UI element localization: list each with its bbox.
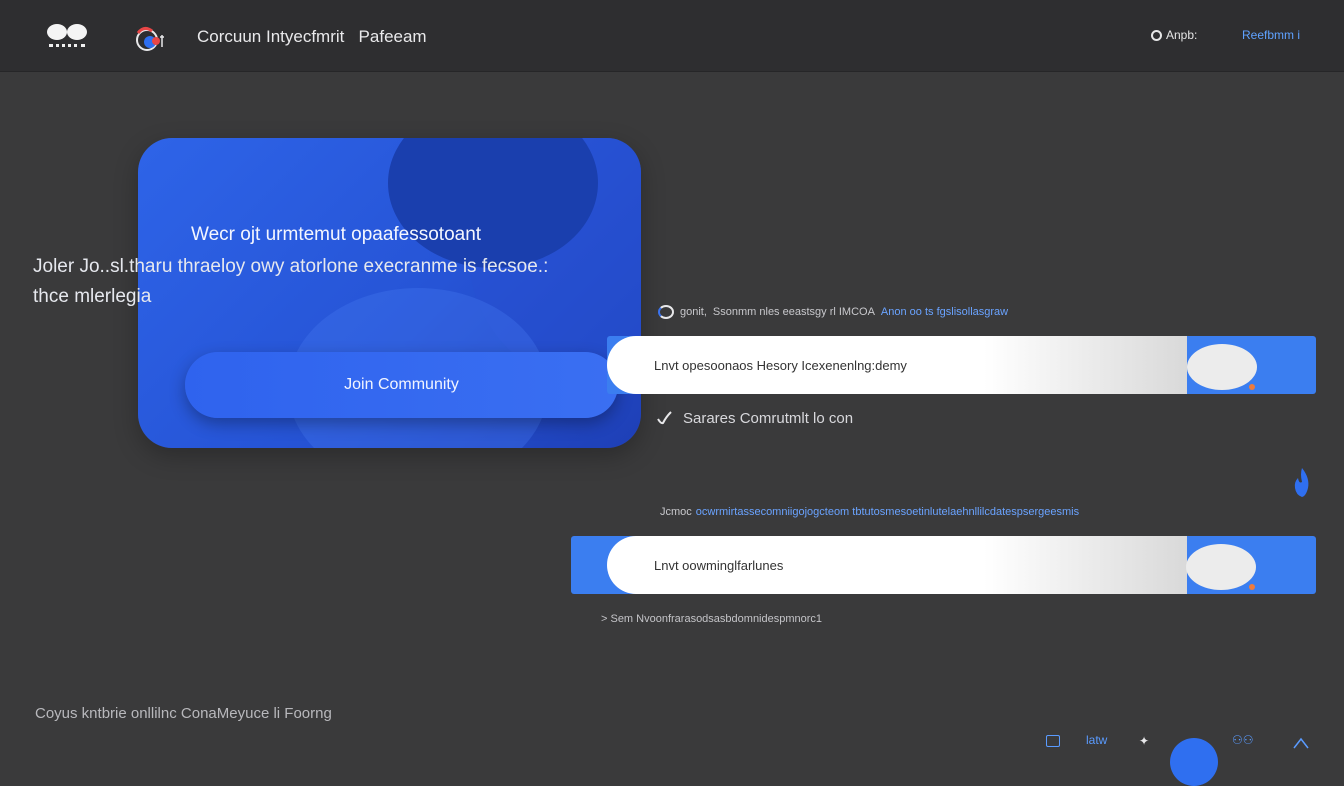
row1-toggle[interactable] — [1187, 344, 1257, 390]
top-bar: Corcuun Intyecfmrit Pafeeam Anpb: Reefbm… — [0, 0, 1344, 72]
hero-heading: Wecr ojt urmtemut opaafessotoant — [191, 224, 482, 245]
row2-toggle[interactable] — [1186, 544, 1256, 590]
hero-body: Joler Jo..sl.tharu thraeloy owy atorlone… — [33, 252, 633, 312]
sub-caption: > Sem Nvoonfrarasodsasbdomnidespmnorc1 — [601, 613, 823, 625]
chevron-up-icon[interactable] — [1292, 736, 1310, 750]
list-row-2[interactable]: Lnvt oowminglfarlunes — [571, 536, 1316, 594]
row2-caption-prefix: Jcmoc — [660, 506, 692, 518]
settings-icon[interactable]: ✦ — [1139, 734, 1149, 748]
square-icon[interactable] — [1046, 735, 1060, 747]
status-ring-icon — [658, 305, 674, 319]
hero-body-line-2: thce mlerlegia — [33, 286, 152, 307]
join-community-button[interactable]: Join Community — [185, 352, 618, 418]
check-label: Sarares Comrutmlt lo con — [683, 409, 854, 427]
header-link-1[interactable]: Anpb: — [1151, 28, 1197, 42]
globe-icon[interactable] — [130, 23, 170, 55]
group-icon[interactable]: ⚇⚇ — [1232, 733, 1254, 747]
header-link-2[interactable]: Reefbmm i — [1242, 28, 1300, 42]
footer-text: Coyus kntbrie onllilnc ConaMeyuce li Foo… — [35, 705, 332, 722]
hero-body-line-1: Joler Jo..sl.tharu thraeloy owy atorlone… — [33, 256, 549, 277]
row1-caption-main: Ssonmm nles eeastsgy rl IMCOA — [712, 306, 875, 318]
toggle-indicator-icon — [1249, 384, 1255, 390]
header-link-1-label: Anpb: — [1166, 28, 1198, 42]
check-icon — [657, 411, 672, 425]
app-title: Corcuun Intyecfmrit Pafeeam — [197, 27, 427, 46]
fab-button[interactable] — [1170, 738, 1218, 786]
clock-icon — [1151, 29, 1162, 41]
row1-caption-accent[interactable]: Anon oo ts fgslisollasgraw — [881, 306, 1008, 318]
row1-caption: gonit, Ssonmm nles eeastsgy rl IMCOA Ano… — [658, 305, 1008, 319]
row2-caption: Jcmoc ocwrmirtassecomniigojogcteom tbtut… — [660, 506, 1079, 518]
logo-mark-icon[interactable] — [47, 22, 89, 52]
footer-icon-label[interactable]: latw — [1086, 733, 1107, 747]
row2-label: Lnvt oowminglfarlunes — [607, 536, 1187, 594]
list-row-1[interactable]: Lnvt opesoonaos Hesory Icexenenlng:demy — [607, 336, 1316, 394]
toggle-indicator-icon — [1249, 584, 1255, 590]
community-check-row[interactable]: Sarares Comrutmlt lo con — [655, 409, 853, 427]
row1-caption-prefix: gonit, — [680, 306, 707, 318]
row2-caption-accent[interactable]: ocwrmirtassecomniigojogcteom tbtutosmeso… — [696, 506, 1079, 518]
flame-icon[interactable] — [1290, 466, 1314, 498]
row1-label: Lnvt opesoonaos Hesory Icexenenlng:demy — [607, 336, 1187, 394]
